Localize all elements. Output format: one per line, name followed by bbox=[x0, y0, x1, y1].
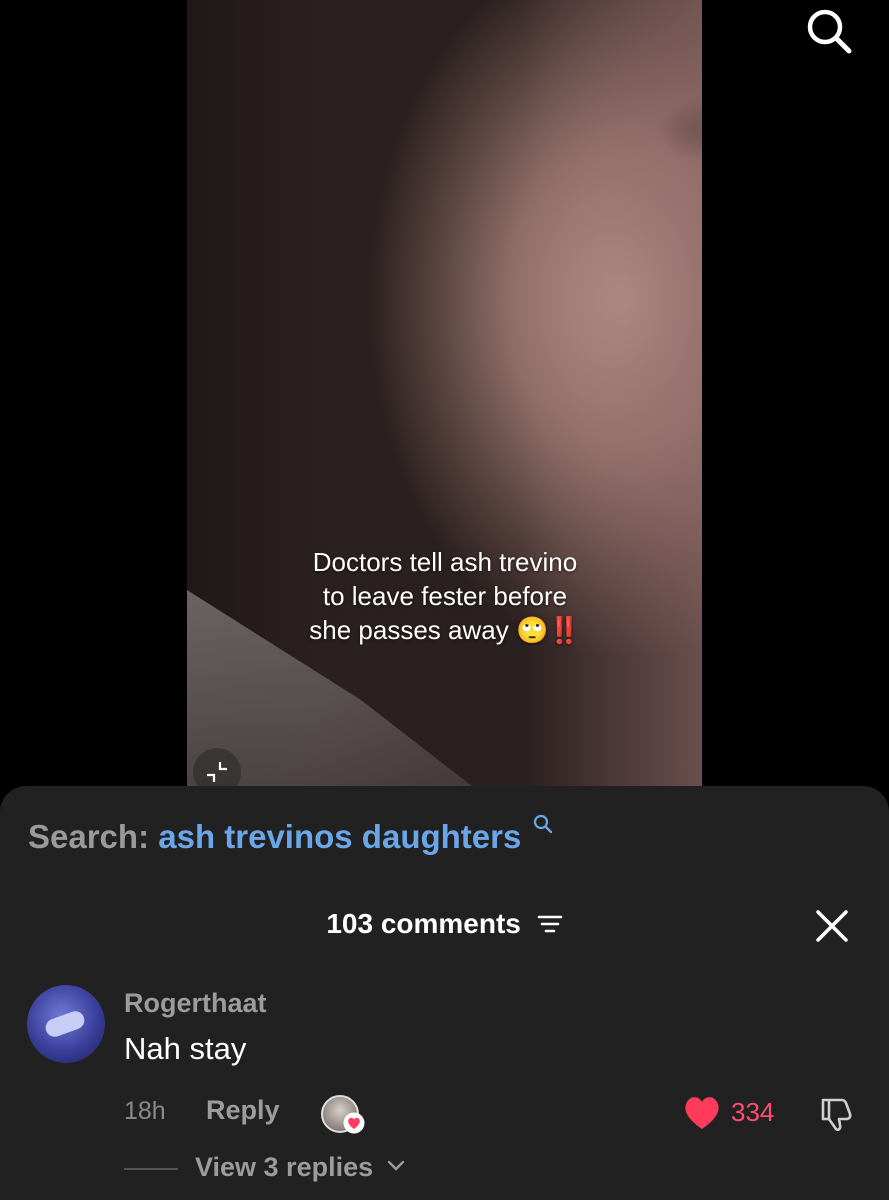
search-icon bbox=[807, 9, 852, 54]
dislike-icon[interactable] bbox=[815, 1094, 855, 1134]
search-button[interactable] bbox=[804, 6, 854, 56]
search-query-link[interactable]: ash trevinos daughters bbox=[158, 818, 521, 855]
video-caption: Doctors tell ash trevino to leave fester… bbox=[255, 545, 635, 647]
creator-heart-icon bbox=[343, 1112, 365, 1134]
search-small-icon bbox=[533, 814, 552, 834]
comments-count: 103 comments bbox=[326, 908, 521, 939]
sort-filter-icon[interactable] bbox=[537, 913, 563, 935]
caption-line: Doctors tell ash trevino bbox=[312, 547, 578, 577]
video-frame-highlight bbox=[522, 0, 702, 790]
replies-divider bbox=[124, 1168, 178, 1170]
minimize-icon bbox=[207, 762, 227, 782]
comments-header: 103 comments bbox=[0, 905, 889, 943]
close-comments-button[interactable] bbox=[812, 906, 852, 946]
avatar-image-detail bbox=[43, 1008, 87, 1040]
caption-line: she passes away 🙄‼️ bbox=[309, 615, 581, 645]
close-icon bbox=[816, 910, 848, 942]
view-replies-button[interactable]: View 3 replies bbox=[195, 1152, 405, 1183]
comment-timestamp: 18h bbox=[124, 1097, 166, 1125]
search-prefix-label: Search: bbox=[28, 818, 150, 855]
like-count: 334 bbox=[731, 1097, 775, 1127]
comment-username[interactable]: Rogerthaat bbox=[124, 988, 267, 1019]
like-heart-icon[interactable] bbox=[682, 1094, 722, 1132]
view-replies-label: View 3 replies bbox=[195, 1152, 374, 1182]
chevron-down-icon bbox=[387, 1160, 404, 1171]
comment-text: Nah stay bbox=[124, 1031, 247, 1066]
search-suggestion[interactable]: Search: ash trevinos daughters bbox=[28, 814, 553, 856]
video-player[interactable] bbox=[187, 0, 702, 790]
avatar[interactable] bbox=[27, 985, 105, 1063]
reply-button[interactable]: Reply bbox=[206, 1095, 280, 1126]
caption-line: to leave fester before bbox=[322, 581, 568, 611]
